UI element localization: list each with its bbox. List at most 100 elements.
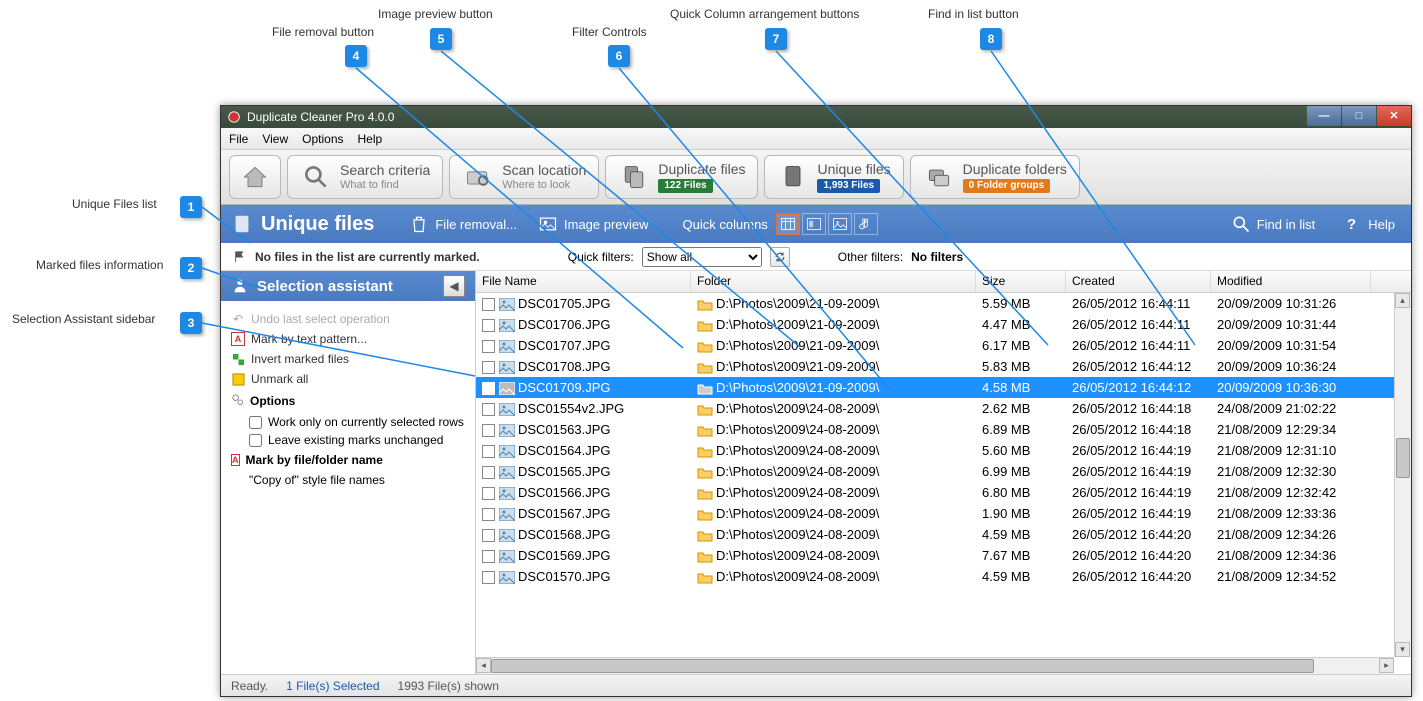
checkbox[interactable] [249,416,262,429]
sidebar-options-heading: Options [231,389,465,413]
row-checkbox[interactable] [482,319,495,332]
table-row[interactable]: DSC01706.JPGD:\Photos\2009\21-09-2009\4.… [476,314,1411,335]
folder-icon [697,550,713,563]
status-shown: 1993 File(s) shown [398,679,499,693]
tab-sublabel: Where to look [502,179,586,192]
quick-columns-image[interactable] [828,213,852,235]
col-modified[interactable]: Modified [1211,271,1371,292]
scroll-up-button[interactable]: ▴ [1395,293,1410,308]
row-checkbox[interactable] [482,466,495,479]
help-button[interactable]: ? Help [1335,209,1401,239]
scroll-down-button[interactable]: ▾ [1395,642,1410,657]
image-file-icon [499,298,515,311]
maximize-button[interactable]: □ [1342,106,1376,126]
row-checkbox[interactable] [482,529,495,542]
tab-sublabel: What to find [340,179,430,192]
table-row[interactable]: DSC01566.JPGD:\Photos\2009\24-08-2009\6.… [476,482,1411,503]
image-file-icon [499,361,515,374]
sidebar-collapse-button[interactable]: ◀ [443,275,465,297]
row-checkbox[interactable] [482,403,495,416]
vertical-scroll-thumb[interactable] [1396,438,1410,478]
image-file-icon [499,445,515,458]
table-row[interactable]: DSC01554v2.JPGD:\Photos\2009\24-08-2009\… [476,398,1411,419]
sidebar-undo[interactable]: ↶ Undo last select operation [231,309,465,329]
table-row[interactable]: DSC01567.JPGD:\Photos\2009\24-08-2009\1.… [476,503,1411,524]
person-icon [231,276,249,297]
menu-view[interactable]: View [262,132,288,146]
sidebar-unmark[interactable]: Unmark all [231,369,465,389]
menu-help[interactable]: Help [358,132,383,146]
row-checkbox[interactable] [482,571,495,584]
file-list-body[interactable]: DSC01705.JPGD:\Photos\2009\21-09-2009\5.… [476,293,1411,674]
tab-duplicate-files[interactable]: Duplicate files 122 Files [605,155,758,199]
row-checkbox[interactable] [482,382,495,395]
horizontal-scroll-thumb[interactable] [491,659,1314,673]
other-filters-label: Other filters: [838,250,903,264]
tab-unique-files[interactable]: Unique files 1,993 Files [764,155,903,199]
home-icon [239,161,271,193]
opt-leave-marks[interactable]: Leave existing marks unchanged [231,431,465,449]
checkbox[interactable] [249,434,262,447]
row-checkbox[interactable] [482,550,495,563]
table-row[interactable]: DSC01705.JPGD:\Photos\2009\21-09-2009\5.… [476,293,1411,314]
unique-file-icon [777,161,809,193]
table-row[interactable]: DSC01707.JPGD:\Photos\2009\21-09-2009\6.… [476,335,1411,356]
invert-icon [231,352,245,366]
filter-refresh-button[interactable] [770,247,790,267]
callout-badge-6: 6 [608,45,630,67]
table-row[interactable]: DSC01563.JPGD:\Photos\2009\24-08-2009\6.… [476,419,1411,440]
callout-badge-4: 4 [345,45,367,67]
scroll-left-button[interactable]: ◂ [476,658,491,673]
row-checkbox[interactable] [482,508,495,521]
opt-selected-rows[interactable]: Work only on currently selected rows [231,413,465,431]
flag-icon [233,250,247,264]
minimize-button[interactable]: — [1307,106,1341,126]
horizontal-scrollbar[interactable]: ◂ ▸ [476,657,1394,674]
table-row[interactable]: DSC01709.JPGD:\Photos\2009\21-09-2009\4.… [476,377,1411,398]
table-row[interactable]: DSC01568.JPGD:\Photos\2009\24-08-2009\4.… [476,524,1411,545]
table-row[interactable]: DSC01565.JPGD:\Photos\2009\24-08-2009\6.… [476,461,1411,482]
table-row[interactable]: DSC01564.JPGD:\Photos\2009\24-08-2009\5.… [476,440,1411,461]
folder-search-icon [462,161,494,193]
row-checkbox[interactable] [482,487,495,500]
row-checkbox[interactable] [482,445,495,458]
row-checkbox[interactable] [482,361,495,374]
callout-badge-1: 1 [180,196,202,218]
row-checkbox[interactable] [482,298,495,311]
titlebar[interactable]: Duplicate Cleaner Pro 4.0.0 — □ ✕ [221,106,1411,128]
quick-columns-music[interactable] [854,213,878,235]
quick-columns-detail[interactable] [802,213,826,235]
table-row[interactable]: DSC01570.JPGD:\Photos\2009\24-08-2009\4.… [476,566,1411,587]
col-size[interactable]: Size [976,271,1066,292]
close-button[interactable]: ✕ [1377,106,1411,126]
file-removal-button[interactable]: File removal... [402,209,523,239]
find-in-list-button[interactable]: Find in list [1224,209,1322,239]
text-pattern-icon: A [231,454,240,466]
menu-options[interactable]: Options [302,132,343,146]
tab-scan-location[interactable]: Scan location Where to look [449,155,599,199]
folder-icon [697,319,713,332]
sidebar-mark-text[interactable]: A Mark by text pattern... [231,329,465,349]
tab-label: Unique files [817,161,890,178]
tab-home[interactable] [229,155,281,199]
col-filename[interactable]: File Name [476,271,691,292]
col-created[interactable]: Created [1066,271,1211,292]
sidebar-invert[interactable]: Invert marked files [231,349,465,369]
quick-columns-calendar[interactable] [776,213,800,235]
file-removal-label: File removal... [435,217,517,232]
row-checkbox[interactable] [482,340,495,353]
scroll-right-button[interactable]: ▸ [1379,658,1394,673]
tab-search-criteria[interactable]: Search criteria What to find [287,155,443,199]
row-checkbox[interactable] [482,424,495,437]
table-row[interactable]: DSC01708.JPGD:\Photos\2009\21-09-2009\5.… [476,356,1411,377]
image-preview-button[interactable]: Image preview [531,209,655,239]
table-row[interactable]: DSC01569.JPGD:\Photos\2009\24-08-2009\7.… [476,545,1411,566]
other-filters-value: No filters [911,250,963,264]
folder-icon [697,340,713,353]
menu-file[interactable]: File [229,132,248,146]
col-folder[interactable]: Folder [691,271,976,292]
tab-duplicate-folders[interactable]: Duplicate folders 0 Folder groups [910,155,1080,199]
sidebar-copy-of[interactable]: "Copy of" style file names [231,471,465,489]
vertical-scrollbar[interactable]: ▴ ▾ [1394,293,1411,657]
quick-filters-select[interactable]: Show all [642,247,762,267]
